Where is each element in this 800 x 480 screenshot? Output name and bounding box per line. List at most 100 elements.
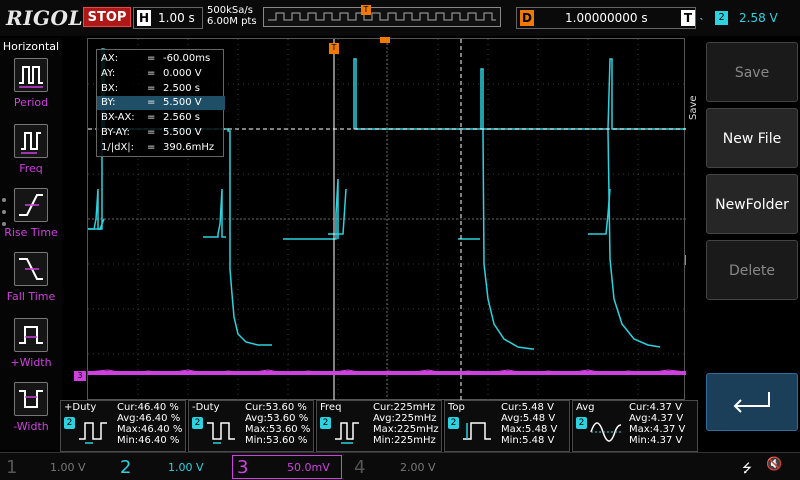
neg-duty-icon (207, 422, 235, 444)
cursor-row: AX: = -60.00ms (97, 52, 225, 66)
measurement-channel: 2 (448, 417, 459, 429)
trigger-box[interactable]: T ˴ 2 2.58 V (677, 7, 797, 29)
measurement-channel: 2 (64, 417, 75, 429)
measurement-max: Max:53.60 % (245, 424, 311, 435)
measurement-channel: 2 (192, 417, 203, 429)
ch3-waveform (88, 369, 686, 375)
pos-duty-icon (79, 422, 107, 444)
measurement-max: Max:5.48 V (501, 424, 558, 435)
measure-pos-width-label: +Width (10, 356, 52, 369)
rising-edge-icon: ˴ (699, 10, 704, 26)
measurement-stats: Cur:46.40 % Avg:46.40 % Max:46.40 % Min:… (117, 402, 182, 446)
measurement-channel: 2 (576, 417, 587, 429)
measurement-min: Min:4.37 V (629, 435, 683, 446)
horizontal-timebase-box[interactable]: H 1.00 s (133, 7, 203, 29)
measure-period-item[interactable]: Period (0, 58, 62, 120)
center-marker (380, 37, 390, 43)
cursor-eq: = (147, 83, 156, 94)
channel-number: 1 (6, 457, 18, 478)
trigger-position-marker[interactable]: T (329, 43, 339, 54)
measure-fall-time-label: Fall Time (6, 290, 56, 303)
memory-waveform-icon (268, 12, 496, 21)
save-menu-tab: Save (688, 95, 699, 121)
measurement-avg[interactable]: Avg 2 Cur:4.37 V Avg:4.37 V Max:4.37 V M… (572, 400, 698, 452)
channel-3-status[interactable]: 3 50.0mV (232, 455, 342, 479)
enter-button[interactable] (706, 373, 798, 431)
cursor-eq: = (147, 97, 156, 108)
acquisition-info: 500kSa/s 6.00M pts (207, 5, 257, 27)
period-icon (14, 58, 48, 92)
new-file-button-label: New File (722, 131, 782, 147)
channel-number: 4 (354, 457, 366, 478)
delay-box[interactable]: D 1.00000000 s (516, 7, 696, 29)
channel-number: 3 (237, 457, 249, 478)
measure-neg-width-label: -Width (13, 420, 49, 433)
channel-2-status[interactable]: 2 1.00 V (120, 457, 230, 479)
horizontal-label: H (137, 10, 151, 26)
save-button-label: Save (734, 65, 770, 81)
cursor-row: BX: = 2.500 s (97, 82, 225, 96)
measurement-pos-duty[interactable]: +Duty 2 Cur:46.40 % Avg:46.40 % Max:46.4… (60, 400, 186, 452)
new-file-button[interactable]: New File (706, 108, 798, 168)
channel-scale: 2.00 V (400, 461, 436, 474)
trigger-level: 2.58 V (739, 11, 778, 25)
cursor-eq: = (147, 53, 156, 64)
measurement-min: Min:53.60 % (245, 435, 308, 446)
speaker-muted-icon[interactable]: 🔇 (766, 457, 786, 473)
measurement-stats: Cur:225mHz Avg:225mHz Max:225mHz Min:225… (373, 402, 439, 446)
cursor-eq: = (147, 127, 156, 138)
cursor-value: 2.500 s (163, 83, 201, 94)
cursor-row-selected[interactable]: BY: = 5.500 V (97, 96, 225, 110)
measurement-stats: Cur:53.60 % Avg:53.60 % Max:53.60 % Min:… (245, 402, 310, 446)
new-folder-button-label: NewFolder (715, 197, 789, 213)
cursor-row: AY: = 0.000 V (97, 67, 225, 81)
cursor-label: BY-AY: (101, 127, 130, 138)
measurement-cur: Cur:225mHz (373, 402, 436, 413)
freq-icon (14, 124, 48, 158)
memory-overview-bar[interactable]: T (263, 5, 501, 27)
run-stop-status[interactable]: STOP (83, 7, 131, 27)
avg-measure-icon (590, 422, 622, 442)
measurement-top[interactable]: Top 2 Cur:5.48 V Avg:5.48 V Max:5.48 V M… (444, 400, 570, 452)
new-folder-button[interactable]: NewFolder (706, 174, 798, 234)
ch3-offset-marker[interactable]: 3 (74, 371, 86, 381)
cursor-row: BX-AX: = 2.560 s (97, 111, 225, 125)
measure-freq-item[interactable]: Freq (0, 124, 62, 186)
measurement-stats: Cur:5.48 V Avg:5.48 V Max:5.48 V Min:5.4… (501, 402, 557, 446)
measurement-avg: Avg:4.37 V (629, 413, 684, 424)
rise-time-icon (14, 188, 48, 222)
save-menu-panel: Save Save New File NewFolder Delete (686, 38, 800, 450)
cursor-value: -60.00ms (163, 53, 211, 64)
measurement-avg: Avg:46.40 % (117, 413, 181, 424)
channel-scale: 1.00 V (168, 461, 204, 474)
cursor-label: BY: (101, 97, 116, 108)
measurement-freq[interactable]: Freq 2 Cur:225mHz Avg:225mHz Max:225mHz … (316, 400, 442, 452)
channel-4-status[interactable]: 4 2.00 V (354, 457, 464, 479)
delete-button-label: Delete (729, 263, 775, 279)
cursor-label: 1/|dX|: (101, 142, 135, 153)
measurement-cur: Cur:5.48 V (501, 402, 554, 413)
channel-1-status[interactable]: 1 1.00 V (6, 457, 116, 479)
measure-period-label: Period (13, 96, 49, 109)
enter-arrow-icon (733, 392, 770, 413)
measurement-name: Avg (576, 402, 595, 413)
measurement-channel: 2 (320, 417, 331, 429)
measure-neg-width-item[interactable]: -Width (0, 382, 62, 444)
measurement-stats: Cur:4.37 V Avg:4.37 V Max:4.37 V Min:4.3… (629, 402, 685, 446)
measure-rise-time-item[interactable]: Rise Time (0, 188, 62, 250)
measurement-min: Min:46.40 % (117, 435, 180, 446)
measure-rise-time-label: Rise Time (4, 226, 58, 239)
cursor-label: BX: (101, 83, 119, 94)
measure-pos-width-item[interactable]: +Width (0, 318, 62, 380)
measurement-neg-duty[interactable]: -Duty 2 Cur:53.60 % Avg:53.60 % Max:53.6… (188, 400, 314, 452)
channel-status-bar: 1 1.00 V 2 1.00 V 3 50.0mV 4 2.00 V ⭍ 🔇 (0, 452, 800, 480)
measurement-min: Min:5.48 V (501, 435, 555, 446)
measure-fall-time-item[interactable]: Fall Time (0, 252, 62, 314)
cursor-row: 1/|dX|: = 390.6mHz (97, 141, 225, 155)
measure-freq-label: Freq (19, 162, 43, 175)
delete-button[interactable]: Delete (706, 240, 798, 300)
save-button[interactable]: Save (706, 42, 798, 102)
neg-width-icon (14, 382, 48, 416)
measurement-min: Min:225mHz (373, 435, 436, 446)
freq-measure-icon (335, 422, 359, 444)
